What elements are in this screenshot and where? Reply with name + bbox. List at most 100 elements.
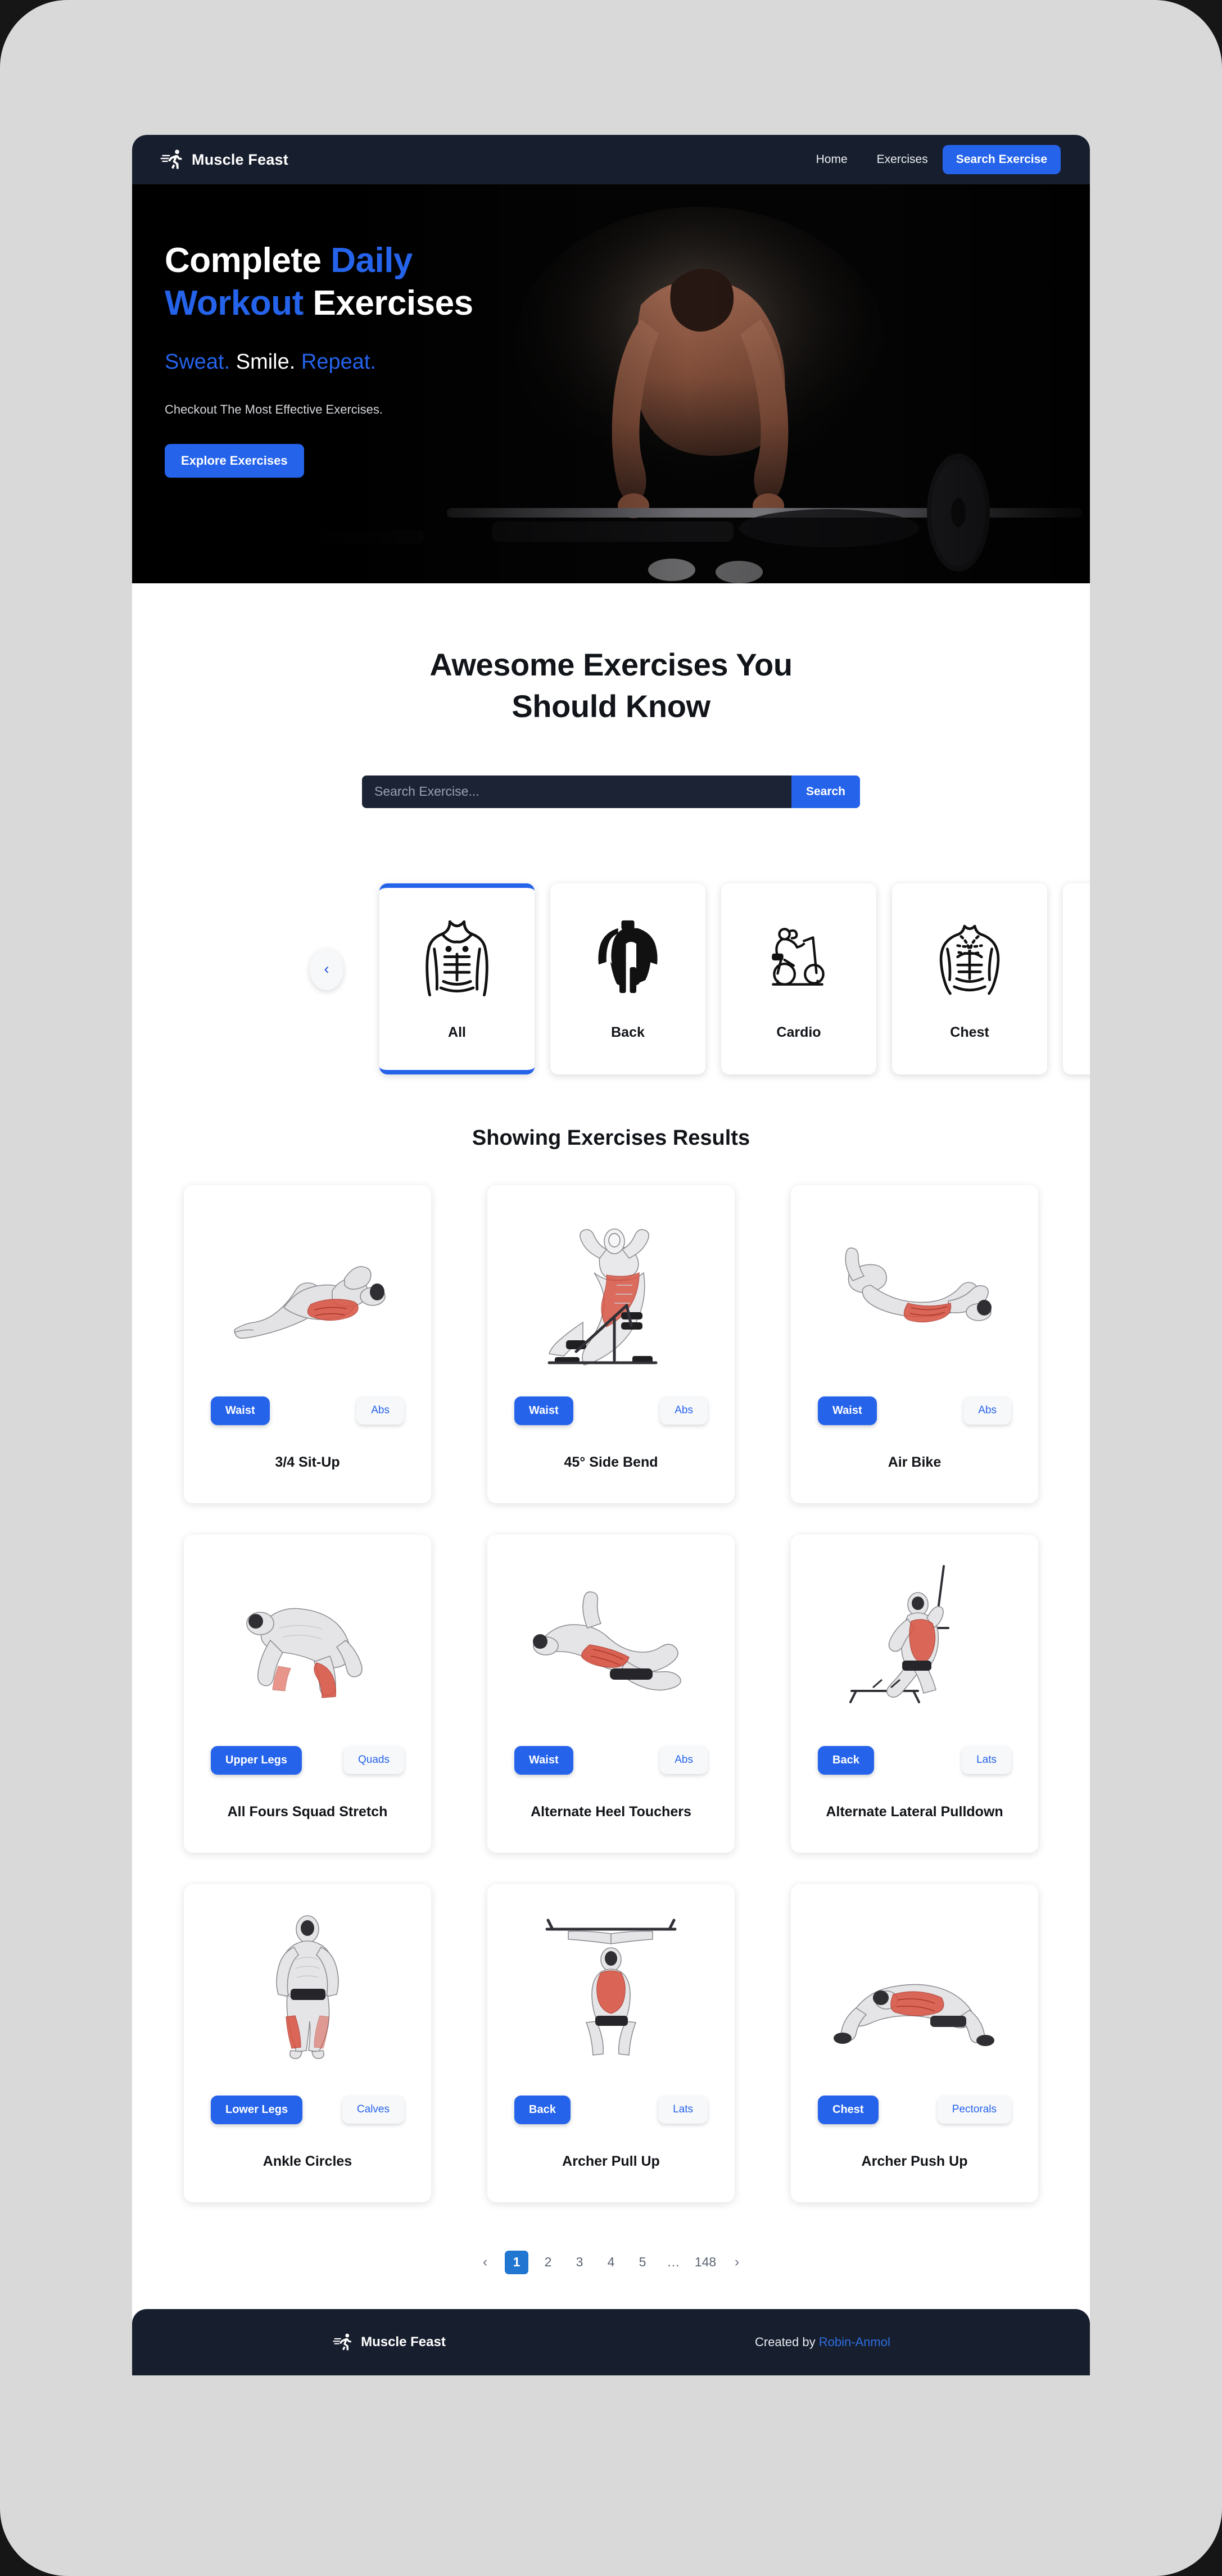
bodypart-tag[interactable]: Waist <box>211 1396 270 1425</box>
category-label: Back <box>611 1024 645 1041</box>
target-tag[interactable]: Abs <box>356 1396 404 1425</box>
exercise-bike-icon <box>762 917 836 1001</box>
all-fours-stretch-figure-image <box>184 1535 431 1746</box>
nav-link-exercises[interactable]: Exercises <box>862 153 943 166</box>
carousel-track: All Back Cardio Chest <box>379 883 1090 1074</box>
search-bar: Search <box>362 775 860 808</box>
lateral-pulldown-figure-image <box>791 1535 1038 1746</box>
side-bend-bench-figure-image <box>487 1185 735 1396</box>
bodypart-tag[interactable]: Waist <box>514 1396 573 1425</box>
pagination-page-4[interactable]: 4 <box>599 2251 623 2274</box>
tagline-smile: Smile. <box>230 350 296 374</box>
footer-brand[interactable]: Muscle Feast <box>332 2332 446 2353</box>
footer-brand-name: Muscle Feast <box>361 2334 446 2350</box>
air-bike-figure-image <box>791 1185 1038 1396</box>
navbar: Muscle Feast Home Exercises Search Exerc… <box>132 135 1090 184</box>
exercise-card[interactable]: Chest Pectorals Archer Push Up <box>791 1884 1038 2202</box>
bodypart-tag[interactable]: Chest <box>818 2095 879 2124</box>
bodypart-tag[interactable]: Waist <box>514 1745 573 1775</box>
footer: Muscle Feast Created by Robin-Anmol <box>132 2309 1090 2375</box>
exercise-name: 45° Side Bend <box>564 1454 658 1470</box>
carousel-prev-button[interactable]: ‹ <box>310 948 343 990</box>
device-frame: Muscle Feast Home Exercises Search Exerc… <box>0 0 1222 2576</box>
hero-subtitle: Checkout The Most Effective Exercises. <box>165 402 383 417</box>
page-title: Awesome Exercises You Should Know <box>132 644 1090 727</box>
category-carousel: ‹ All Back Cardio Chest <box>132 871 1090 1074</box>
hero-title-part-4: Exercises <box>303 283 474 323</box>
hero-title-part-3: Workout <box>165 283 304 323</box>
target-tag[interactable]: Abs <box>660 1396 708 1425</box>
exercise-card[interactable]: Waist Abs Air Bike <box>791 1185 1038 1503</box>
exercise-tags: Back Lats <box>487 2095 735 2124</box>
category-card-back[interactable]: Back <box>550 883 705 1074</box>
pagination-next-button[interactable]: › <box>725 2251 749 2274</box>
category-card-partial[interactable] <box>1063 883 1090 1074</box>
target-tag[interactable]: Lats <box>962 1746 1011 1775</box>
search-exercise-button[interactable]: Search Exercise <box>942 145 1061 174</box>
exercise-card[interactable]: Lower Legs Calves Ankle Circles <box>184 1884 431 2202</box>
bodypart-tag[interactable]: Lower Legs <box>211 2095 303 2124</box>
exercise-card[interactable]: Back Lats Archer Pull Up <box>487 1884 735 2202</box>
pagination: ‹ 1 2 3 4 5 … 148 › <box>132 2250 1090 2309</box>
category-card-all[interactable]: All <box>379 883 535 1074</box>
exercise-tags: Lower Legs Calves <box>184 2095 431 2124</box>
results-title: Showing Exercises Results <box>472 1126 750 1150</box>
page-title-line-1: Awesome Exercises You <box>429 647 793 682</box>
exercise-name: 3/4 Sit-Up <box>275 1454 340 1470</box>
exercise-card[interactable]: Back Lats Alternate Lateral Pulldown <box>791 1534 1038 1853</box>
archer-pullup-figure-image <box>487 1884 735 2096</box>
bodypart-tag[interactable]: Waist <box>818 1396 877 1425</box>
torso-front-outline-icon <box>420 917 494 1001</box>
exercise-name: Ankle Circles <box>262 2153 352 2169</box>
exercise-tags: Chest Pectorals <box>791 2095 1038 2124</box>
website-page: Muscle Feast Home Exercises Search Exerc… <box>132 135 1090 2375</box>
exercise-tags: Waist Abs <box>184 1396 431 1425</box>
target-tag[interactable]: Lats <box>658 2096 708 2124</box>
hero-section: Complete Daily Workout Exercises Sweat. … <box>132 184 1090 583</box>
footer-credit: Created by Robin-Anmol <box>755 2335 890 2350</box>
exercise-name: Archer Push Up <box>861 2153 968 2169</box>
pagination-page-1[interactable]: 1 <box>505 2250 528 2274</box>
tagline-repeat: Repeat. <box>295 350 376 374</box>
hero-title-part-2: Daily <box>331 241 413 280</box>
search-submit-button[interactable]: Search <box>791 775 860 808</box>
bodypart-tag[interactable]: Back <box>514 2095 571 2124</box>
category-label: All <box>448 1024 466 1041</box>
pagination-page-5[interactable]: 5 <box>631 2251 654 2274</box>
running-man-icon <box>159 147 184 172</box>
heel-touchers-figure-image <box>487 1535 735 1746</box>
bodypart-tag[interactable]: Back <box>818 1745 874 1775</box>
target-tag[interactable]: Pectorals <box>937 2096 1011 2124</box>
brand[interactable]: Muscle Feast <box>159 147 288 172</box>
explore-exercises-button[interactable]: Explore Exercises <box>165 444 304 478</box>
pagination-page-2[interactable]: 2 <box>536 2251 560 2274</box>
bodypart-tag[interactable]: Upper Legs <box>211 1745 302 1775</box>
target-tag[interactable]: Calves <box>342 2096 404 2124</box>
category-card-chest[interactable]: Chest <box>892 883 1047 1074</box>
exercise-card[interactable]: Waist Abs 3/4 Sit-Up <box>184 1185 431 1503</box>
exercise-card[interactable]: Waist Abs Alternate Heel Touchers <box>487 1534 735 1853</box>
pagination-prev-button[interactable]: ‹ <box>473 2251 497 2274</box>
target-tag[interactable]: Abs <box>963 1396 1011 1425</box>
search-section: Awesome Exercises You Should Know Search <box>132 583 1090 808</box>
exercise-tags: Waist Abs <box>487 1396 735 1425</box>
target-tag[interactable]: Quads <box>343 1746 404 1775</box>
hero-title-part-1: Complete <box>165 241 331 280</box>
results-section: Showing Exercises Results Waist Abs 3/4 … <box>132 1068 1090 2309</box>
search-input[interactable] <box>374 775 791 808</box>
hero-tagline: Sweat. Smile. Repeat. <box>165 350 626 374</box>
tagline-sweat: Sweat. <box>165 350 230 374</box>
target-tag[interactable]: Abs <box>660 1746 708 1775</box>
exercise-tags: Waist Abs <box>487 1745 735 1775</box>
nav-link-home[interactable]: Home <box>802 153 862 166</box>
pagination-page-last[interactable]: 148 <box>694 2251 717 2274</box>
exercise-name: Archer Pull Up <box>562 2153 660 2169</box>
nav-links: Home Exercises Search Exercise <box>802 145 1061 174</box>
pagination-ellipsis: … <box>667 2255 681 2270</box>
category-label: Cardio <box>776 1024 821 1041</box>
exercise-card[interactable]: Upper Legs Quads All Fours Squad Stretch <box>184 1534 431 1853</box>
credit-author-link[interactable]: Robin-Anmol <box>819 2335 890 2349</box>
category-card-cardio[interactable]: Cardio <box>721 883 876 1074</box>
exercise-card[interactable]: Waist Abs 45° Side Bend <box>487 1185 735 1503</box>
pagination-page-3[interactable]: 3 <box>568 2251 591 2274</box>
